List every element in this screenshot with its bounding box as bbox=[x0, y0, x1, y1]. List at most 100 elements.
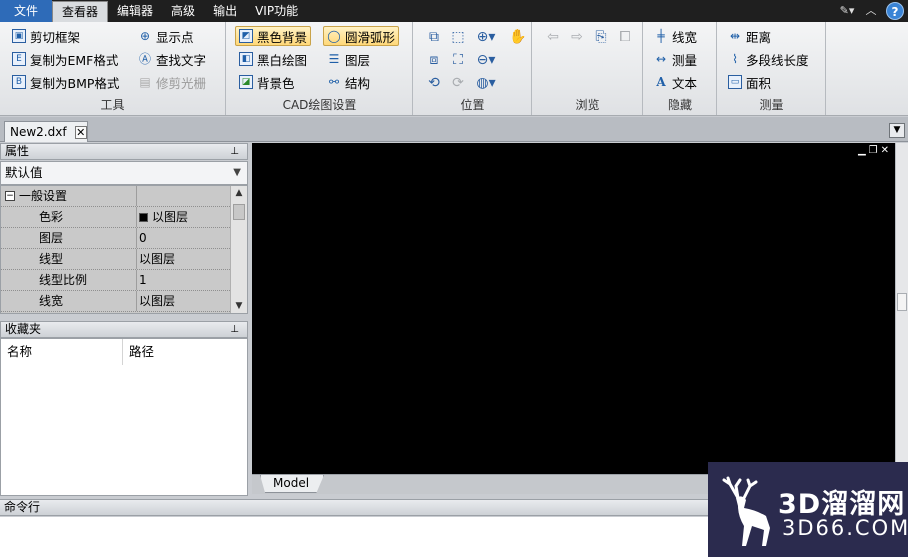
minimize-icon[interactable]: ▁ bbox=[858, 146, 866, 156]
scroll-up-icon[interactable]: ▲ bbox=[231, 186, 247, 200]
clip-frame-button[interactable]: ▣ 剪切框架 bbox=[8, 26, 84, 46]
pin-icon[interactable]: ⊥ bbox=[230, 322, 239, 337]
canvas-window-controls: ▁ ❐ ✕ bbox=[858, 146, 889, 156]
black-bg-icon: ◩ bbox=[239, 29, 253, 43]
menu-advanced[interactable]: 高级 bbox=[162, 0, 204, 22]
forward-arrow-icon[interactable]: ⇨ bbox=[567, 28, 587, 46]
collapse-ribbon-icon[interactable]: ︿ bbox=[862, 2, 880, 20]
property-grid-scrollbar[interactable]: ▲ ▼ bbox=[230, 186, 247, 313]
close-tab-icon[interactable]: ✕ bbox=[74, 125, 87, 139]
menu-file[interactable]: 文件 bbox=[0, 0, 53, 22]
group-cad-settings: ◩ 黑色背景 ◧ 黑白绘图 ◪ 背景色 ◯ 圆滑弧形 ☰ 图层 ⚯ 结构 CAD绘图设置 bbox=[227, 22, 413, 115]
document-tab-title: New2.dxf bbox=[10, 125, 67, 139]
dimension-icon: ↔ bbox=[655, 52, 667, 66]
property-row[interactable]: 图层 0 bbox=[1, 228, 230, 249]
property-category-label: 一般设置 bbox=[1, 186, 137, 206]
property-category[interactable]: − 一般设置 bbox=[1, 186, 230, 207]
black-background-button[interactable]: ◩ 黑色背景 bbox=[235, 26, 312, 46]
globe-view-icon[interactable]: ◍▾ bbox=[476, 74, 496, 92]
drawing-canvas[interactable]: ▁ ❐ ✕ bbox=[252, 143, 895, 474]
layers-button[interactable]: ☰ 图层 bbox=[323, 49, 374, 69]
zoom-region-icon[interactable]: ⬚ bbox=[448, 28, 468, 46]
menu-bar: 文件 查看器 编辑器 高级 输出 VIP功能 ✎▾ ︿ ? bbox=[0, 0, 908, 22]
document-tab-bar: New2.dxf ✕ ▼ bbox=[0, 117, 908, 142]
properties-panel-header: 属性 ⊥ bbox=[0, 143, 248, 160]
zoom-out-icon[interactable]: ⊖▾ bbox=[476, 51, 496, 69]
restore-view-icon[interactable]: ⧠ bbox=[615, 28, 635, 46]
close-icon[interactable]: ✕ bbox=[881, 146, 889, 156]
group-label-hide: 隐藏 bbox=[667, 98, 692, 112]
structure-icon: ⚯ bbox=[328, 75, 340, 89]
polyline-length-button[interactable]: ⌇ 多段线长度 bbox=[724, 49, 813, 69]
bw-icon: ◧ bbox=[239, 52, 253, 66]
group-tools: ▣ 剪切框架 E 复制为EMF格式 B 复制为BMP格式 ⊕ 显示点 Ⓐ 查找文字 ▤ 修剪… bbox=[0, 22, 226, 115]
dimension-button[interactable]: ↔ 测量 bbox=[650, 49, 701, 69]
document-tab[interactable]: New2.dxf ✕ bbox=[4, 121, 88, 142]
property-row[interactable]: 色彩 以图层 bbox=[1, 207, 230, 228]
export-view-icon[interactable]: ⎘ bbox=[591, 28, 611, 46]
group-label-browse: 浏览 bbox=[575, 98, 600, 112]
menu-editor[interactable]: 编辑器 bbox=[108, 0, 162, 22]
pen-icon[interactable]: ✎▾ bbox=[838, 2, 856, 20]
trim-raster-icon: ▤ bbox=[139, 75, 151, 89]
column-path[interactable]: 路径 bbox=[123, 339, 247, 365]
menu-vip[interactable]: VIP功能 bbox=[246, 0, 307, 22]
structure-button[interactable]: ⚯ 结构 bbox=[323, 72, 374, 92]
area-button[interactable]: ▭ 面积 bbox=[724, 72, 775, 92]
tab-model[interactable]: Model bbox=[260, 475, 325, 493]
help-icon[interactable]: ? bbox=[886, 2, 904, 20]
view-3d-icon[interactable]: ⟲ bbox=[424, 74, 444, 92]
emf-icon: E bbox=[12, 52, 26, 66]
pin-icon[interactable]: ⊥ bbox=[230, 144, 239, 159]
group-browse: ⇦ ⇨ ⎘ ⧠ 浏览 bbox=[533, 22, 643, 115]
zoom-window-icon[interactable]: ⧉ bbox=[424, 28, 444, 46]
back-arrow-icon[interactable]: ⇦ bbox=[543, 28, 563, 46]
trim-raster-button[interactable]: ▤ 修剪光栅 bbox=[134, 72, 210, 92]
copy-bmp-button[interactable]: B 复制为BMP格式 bbox=[8, 72, 123, 92]
property-row[interactable]: 线宽 以图层 bbox=[1, 291, 230, 312]
zoom-extents-icon[interactable]: ⧈ bbox=[424, 51, 444, 69]
scrollbar-thumb[interactable] bbox=[897, 293, 907, 311]
copy-emf-button[interactable]: E 复制为EMF格式 bbox=[8, 49, 122, 69]
pan-hand-icon[interactable]: ✋ bbox=[508, 28, 528, 46]
group-label-cad-settings: CAD绘图设置 bbox=[282, 98, 357, 112]
smooth-arc-button[interactable]: ◯ 圆滑弧形 bbox=[323, 26, 400, 46]
group-label-measure: 测量 bbox=[759, 98, 784, 112]
canvas-vertical-scrollbar[interactable] bbox=[895, 143, 908, 474]
scrollbar-thumb[interactable] bbox=[233, 204, 245, 220]
scroll-down-icon[interactable]: ▼ bbox=[231, 299, 247, 313]
group-label-position: 位置 bbox=[460, 98, 485, 112]
background-color-button[interactable]: ◪ 背景色 bbox=[235, 72, 299, 92]
menubar-right: ✎▾ ︿ ? bbox=[838, 2, 904, 20]
tab-list-dropdown-icon[interactable]: ▼ bbox=[889, 123, 905, 138]
restore-icon[interactable]: ❐ bbox=[869, 146, 878, 156]
bw-drawing-button[interactable]: ◧ 黑白绘图 bbox=[235, 49, 311, 69]
group-measure: ⇹ 距离 ⌇ 多段线长度 ▭ 面积 测量 bbox=[718, 22, 826, 115]
show-points-button[interactable]: ⊕ 显示点 bbox=[134, 26, 198, 46]
property-row[interactable]: 线型 以图层 bbox=[1, 249, 230, 270]
bmp-icon: B bbox=[12, 75, 26, 89]
distance-button[interactable]: ⇹ 距离 bbox=[724, 26, 775, 46]
menu-viewer[interactable]: 查看器 bbox=[52, 1, 109, 22]
column-name[interactable]: 名称 bbox=[1, 339, 123, 365]
find-text-button[interactable]: Ⓐ 查找文字 bbox=[134, 49, 210, 69]
watermark-domain: 3D66.COM bbox=[782, 516, 908, 540]
group-label-tools: 工具 bbox=[100, 98, 125, 112]
zoom-in-icon[interactable]: ⊕▾ bbox=[476, 28, 496, 46]
group-position: ⧉ ⬚ ⊕▾ ✋ ⧈ ⛶ ⊖▾ ⟲ ⟳ ◍▾ 位置 bbox=[414, 22, 532, 115]
menu-output[interactable]: 输出 bbox=[204, 0, 246, 22]
area-icon: ▭ bbox=[728, 75, 742, 89]
text-a-icon: A bbox=[656, 75, 666, 89]
line-weight-button[interactable]: ╪ 线宽 bbox=[650, 26, 701, 46]
favorites-title: 收藏夹 bbox=[5, 322, 42, 336]
color-swatch bbox=[139, 213, 148, 222]
favorites-list: 名称 路径 bbox=[0, 338, 248, 496]
watermark-logo: 3D溜溜网 3D66.COM bbox=[708, 462, 908, 557]
text-button[interactable]: A 文本 bbox=[650, 72, 701, 92]
fit-window-icon[interactable]: ⛶ bbox=[448, 51, 468, 69]
crosshair-icon: ⊕ bbox=[139, 29, 151, 43]
bg-color-icon: ◪ bbox=[239, 75, 253, 89]
property-row[interactable]: 线型比例 1 bbox=[1, 270, 230, 291]
properties-selector[interactable]: 默认值 ▼ bbox=[0, 161, 248, 185]
orbit-icon[interactable]: ⟳ bbox=[448, 74, 468, 92]
